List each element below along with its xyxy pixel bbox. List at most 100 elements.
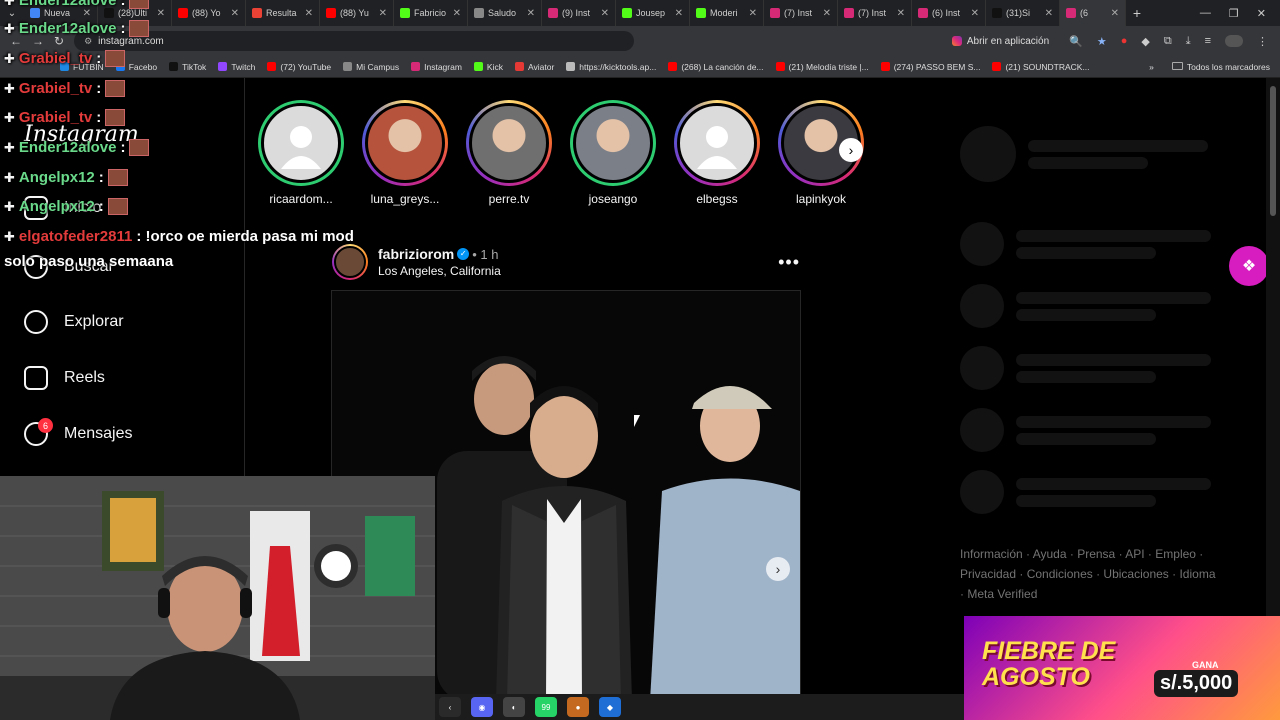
bookmark-item[interactable]: TikTok [169, 62, 206, 72]
bookmark-item[interactable]: https://kicktools.ap... [566, 62, 656, 72]
discord-icon[interactable]: ◉ [471, 697, 493, 717]
tab-search-icon[interactable]: ⌄ [0, 8, 24, 19]
taskbar-chevron-icon[interactable]: ‹ [439, 697, 461, 717]
zoom-icon[interactable]: 🔍 [1069, 35, 1083, 48]
tab-close-icon[interactable]: ✕ [447, 8, 461, 19]
address-bar[interactable]: ⚙ instagram.com [74, 31, 635, 51]
footer-link[interactable]: Empleo [1155, 547, 1196, 561]
browser-tab[interactable]: Jousep ✕ [616, 0, 690, 26]
scrollbar-thumb[interactable] [1270, 86, 1276, 216]
browser-tab[interactable]: (7) Inst ✕ [764, 0, 838, 26]
extension-red-icon[interactable]: ● [1121, 35, 1128, 47]
tab-close-icon[interactable]: ✕ [595, 8, 609, 19]
footer-link[interactable]: Meta Verified [967, 587, 1037, 601]
bookmark-item[interactable]: (268) La canción de... [668, 62, 764, 72]
minimize-icon[interactable]: — [1200, 7, 1211, 20]
tab-close-icon[interactable]: ✕ [891, 8, 905, 19]
tab-close-icon[interactable]: ✕ [817, 8, 831, 19]
bookmark-item[interactable]: (21) SOUNDTRACK... [992, 62, 1090, 72]
story-item[interactable]: elbegss [674, 100, 760, 206]
taskbar-browser-icon[interactable]: ◆ [599, 697, 621, 717]
site-info-icon[interactable]: ⚙ [84, 36, 92, 47]
footer-link[interactable]: Privacidad [960, 567, 1016, 581]
story-username: elbegss [696, 192, 738, 206]
story-item[interactable]: perre.tv [466, 100, 552, 206]
download-icon[interactable]: ⤓ [1186, 35, 1191, 48]
browser-tab[interactable]: (7) Inst ✕ [838, 0, 912, 26]
media-controls-icon[interactable]: ≡ [1205, 35, 1211, 47]
bookmark-item[interactable]: Twitch [218, 62, 255, 72]
bookmark-item[interactable]: Mi Campus [343, 62, 399, 72]
tab-close-icon[interactable]: ✕ [743, 8, 757, 19]
browser-tab[interactable]: Fabricio ✕ [394, 0, 468, 26]
post-options-icon[interactable]: ••• [778, 252, 800, 273]
whatsapp-icon[interactable]: 99 [535, 697, 557, 717]
browser-tab[interactable]: Saludo ✕ [468, 0, 542, 26]
bookmark-item[interactable]: (72) YouTube [267, 62, 331, 72]
story-item[interactable]: luna_greys... [362, 100, 448, 206]
extension-icon[interactable]: ◆ [1141, 35, 1149, 48]
footer-link[interactable]: API [1125, 547, 1144, 561]
bookmarks-more-icon[interactable]: » [1149, 62, 1154, 72]
tab-close-icon[interactable]: ✕ [77, 8, 91, 19]
tab-close-icon[interactable]: ✕ [225, 8, 239, 19]
sidebar-item-explorar[interactable]: Explorar [24, 310, 124, 334]
close-window-icon[interactable]: ✕ [1257, 7, 1266, 20]
footer-link[interactable]: Ubicaciones [1103, 567, 1168, 581]
chat-message-continuation: solo paso una semaana [4, 253, 174, 270]
footer-link[interactable]: Condiciones [1027, 567, 1093, 581]
all-bookmarks-button[interactable]: Todos los marcadores [1171, 61, 1270, 72]
taskbar-app-icon[interactable]: ◐ [503, 697, 525, 717]
obs-icon[interactable]: ● [567, 697, 589, 717]
promo-title-line2: AGOSTO [982, 663, 1090, 691]
tab-close-icon[interactable]: ✕ [669, 8, 683, 19]
open-in-app-button[interactable]: Abrir en aplicación [944, 34, 1057, 49]
media-next-button[interactable]: › [766, 557, 790, 581]
tab-close-icon[interactable]: ✕ [1039, 8, 1053, 19]
post-time[interactable]: 1 h [480, 247, 498, 262]
footer-link[interactable]: Prensa [1077, 547, 1115, 561]
extensions-puzzle-icon[interactable]: ⧉ [1164, 35, 1172, 48]
story-username: ricaardom... [269, 192, 333, 206]
browser-tab[interactable]: Moderi ✕ [690, 0, 764, 26]
bookmark-star-icon[interactable]: ★ [1097, 35, 1107, 48]
post-username[interactable]: fabriziorom [378, 246, 454, 262]
tab-close-icon[interactable]: ✕ [521, 8, 535, 19]
post-author-avatar[interactable] [332, 244, 368, 280]
bookmark-item[interactable]: Kick [473, 62, 503, 72]
browser-tab[interactable]: (88) Yu ✕ [320, 0, 394, 26]
extension-floating-button[interactable]: ❖ [1229, 246, 1269, 286]
post-location[interactable]: Los Angeles, California [378, 263, 501, 279]
new-tab-button[interactable]: + [1126, 5, 1148, 21]
sidebar-item-reels[interactable]: Reels [24, 366, 105, 390]
story-item[interactable]: joseango [570, 100, 656, 206]
skeleton-row [960, 126, 1220, 182]
sidebar-item-mensajes[interactable]: 6 Mensajes [24, 418, 132, 446]
footer-link[interactable]: Ayuda [1033, 547, 1067, 561]
browser-tab[interactable]: (31)Si ✕ [986, 0, 1060, 26]
story-item[interactable]: ricaardom... [258, 100, 344, 206]
browser-tab[interactable]: (9) Inst ✕ [542, 0, 616, 26]
browser-tab[interactable]: Resulta ✕ [246, 0, 320, 26]
bookmark-item[interactable]: Instagram [411, 62, 462, 72]
promo-banner[interactable]: FIEBRE DE AGOSTO GANA s/.5,000 [964, 616, 1280, 720]
bookmark-item[interactable]: Aviator [514, 62, 554, 72]
tab-close-icon[interactable]: ✕ [1105, 8, 1119, 19]
footer-separator: · [1022, 547, 1033, 561]
restore-icon[interactable]: ❐ [1229, 7, 1239, 20]
profile-avatar[interactable] [1225, 35, 1243, 47]
footer-link[interactable]: Idioma [1179, 567, 1215, 581]
bookmark-item[interactable]: (21) Melodía triste |... [775, 62, 869, 72]
browser-menu-icon[interactable]: ⋮ [1257, 35, 1268, 48]
browser-tab[interactable]: (88) Yo ✕ [172, 0, 246, 26]
stories-next-button[interactable]: › [839, 138, 863, 162]
browser-tab[interactable]: (6 ✕ [1060, 0, 1126, 26]
bookmark-item[interactable]: (274) PASSO BEM S... [880, 62, 980, 72]
footer-link[interactable]: Información [960, 547, 1023, 561]
tab-close-icon[interactable]: ✕ [299, 8, 313, 19]
tab-close-icon[interactable]: ✕ [151, 8, 165, 19]
browser-tab[interactable]: (6) Inst ✕ [912, 0, 986, 26]
tab-favicon-icon [252, 8, 262, 18]
tab-close-icon[interactable]: ✕ [965, 8, 979, 19]
tab-close-icon[interactable]: ✕ [373, 8, 387, 19]
